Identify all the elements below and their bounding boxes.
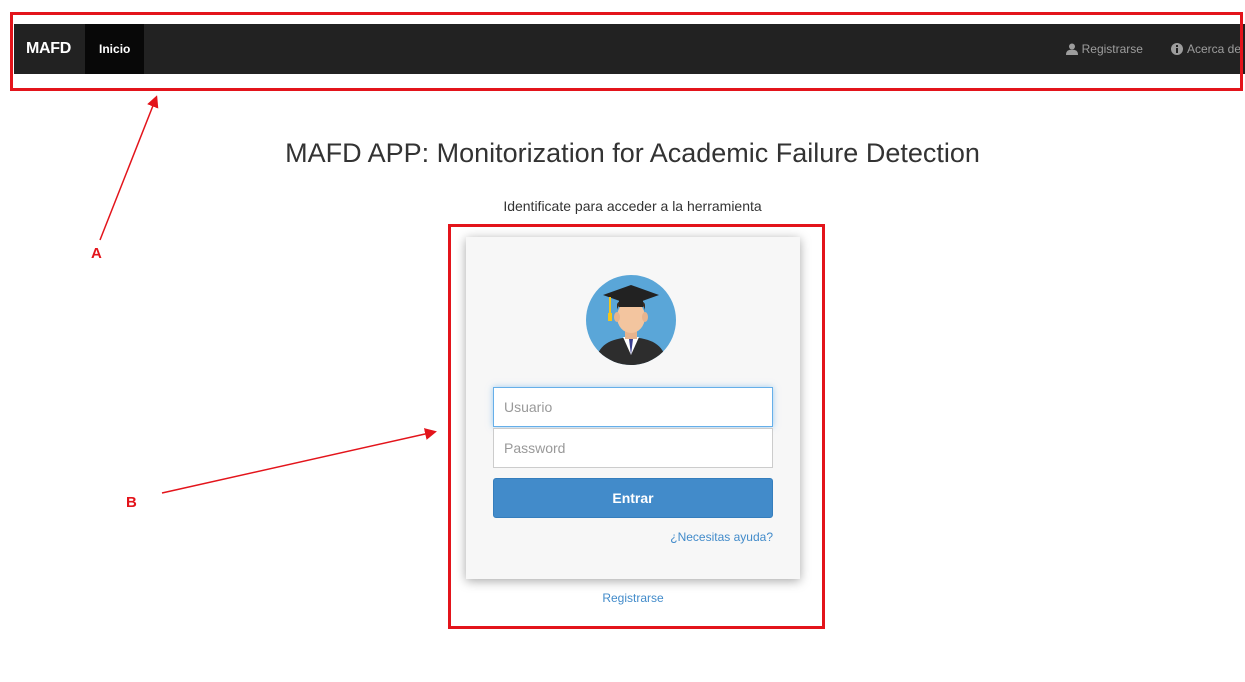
annotation-arrow-a bbox=[99, 95, 159, 241]
page: MAFD Inicio Registrarse Acerca de MAFD A… bbox=[0, 0, 1245, 682]
annotation-arrows bbox=[99, 95, 437, 494]
annotation-arrow-b bbox=[161, 428, 437, 494]
annotation-label-b: B bbox=[126, 494, 137, 511]
annotation-label-a: A bbox=[91, 245, 102, 262]
